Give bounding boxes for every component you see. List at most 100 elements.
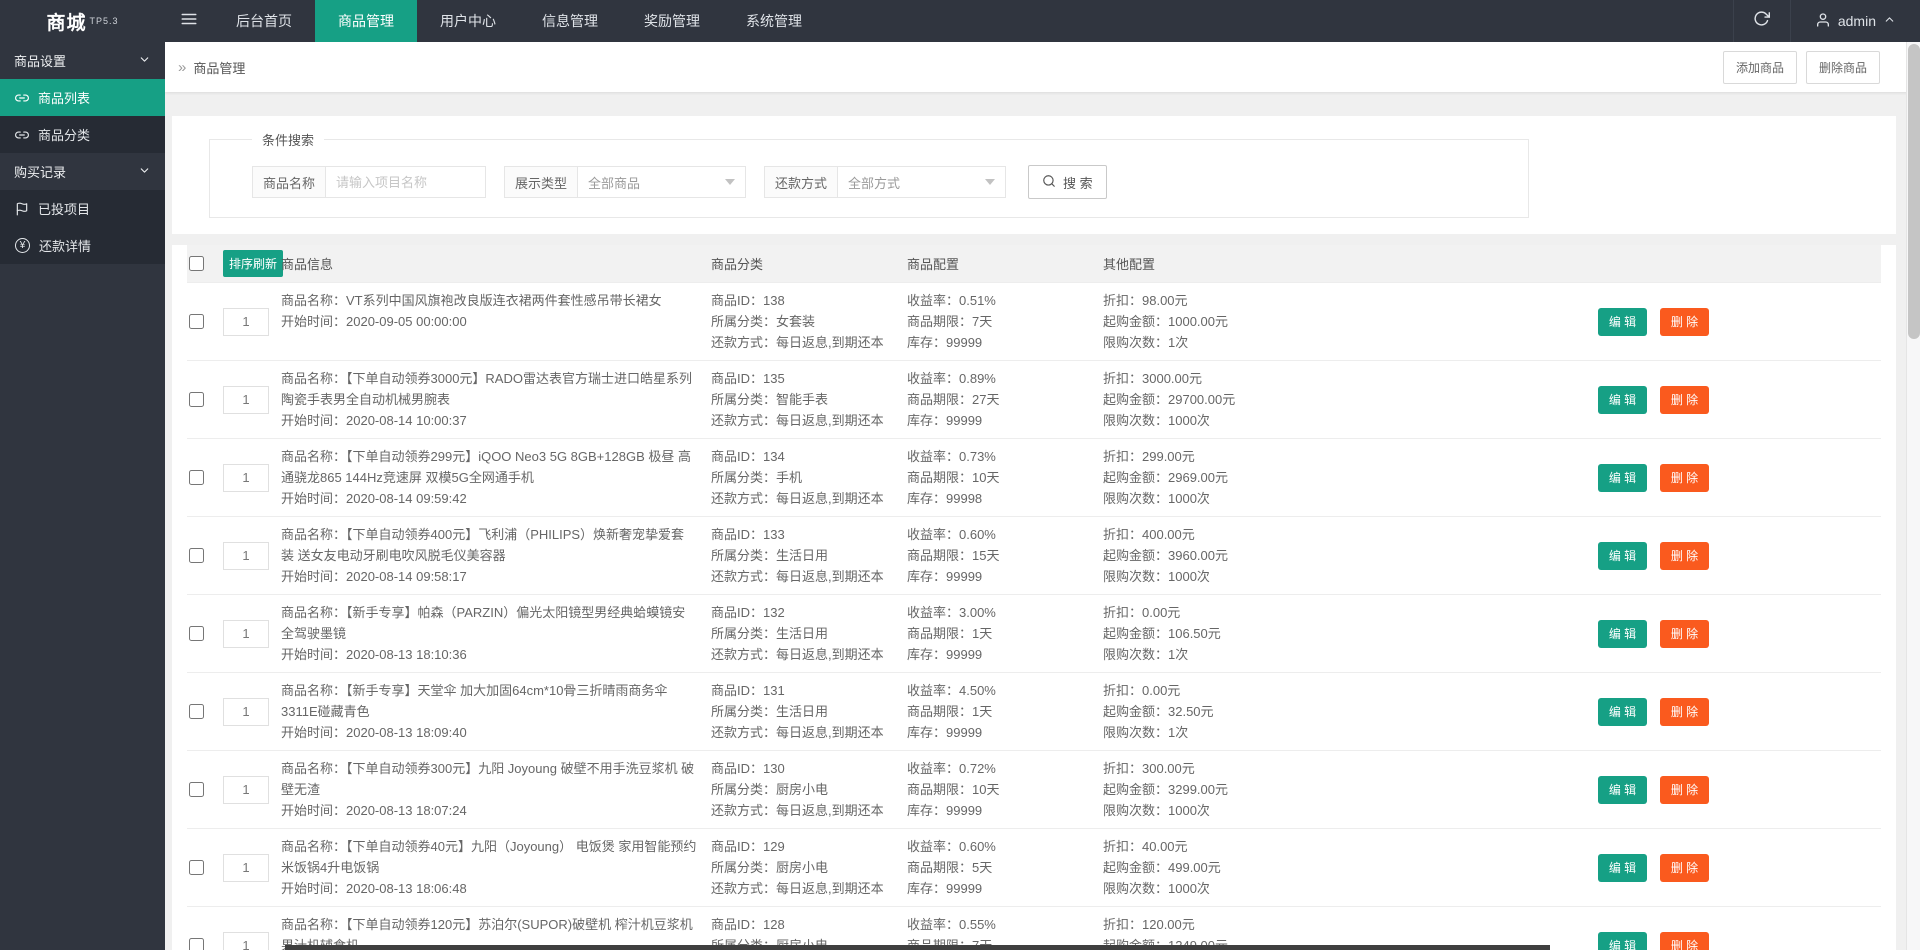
sort-order-input[interactable] [223, 307, 269, 336]
sidebar-item-label: 商品列表 [38, 91, 91, 106]
app-logo-version: TP5.3 [89, 16, 119, 26]
column-header-other-config: 其他配置 [1103, 257, 1156, 272]
product-min-amount: 起购金额：2969.00元 [1103, 470, 1228, 485]
repay-method-filter: 还款方式 全部方式 [764, 166, 1007, 198]
repay-method-value: 全部方式 [848, 175, 901, 191]
sidebar-item-label: 商品分类 [38, 128, 91, 143]
sort-order-input[interactable] [223, 541, 269, 570]
edit-button[interactable]: 编 辑 [1598, 931, 1647, 950]
sort-order-input[interactable] [223, 697, 269, 726]
product-discount: 折扣：40.00元 [1103, 839, 1188, 854]
product-category: 所属分类：女套装 [711, 314, 816, 329]
row-checkbox[interactable] [189, 704, 204, 719]
sort-order-input[interactable] [223, 853, 269, 882]
product-start-time: 开始时间：2020-08-13 18:06:48 [281, 881, 467, 896]
nav-tab-dashboard[interactable]: 后台首页 [213, 0, 315, 42]
app-logo: 商城 TP5.3 [0, 0, 165, 42]
product-min-amount: 起购金额：1000.00元 [1103, 314, 1228, 329]
delete-button[interactable]: 删 除 [1660, 697, 1709, 726]
sort-order-input[interactable] [223, 463, 269, 492]
product-rate: 收益率：0.73% [907, 449, 996, 464]
row-checkbox[interactable] [189, 782, 204, 797]
product-min-amount: 起购金额：32.50元 [1103, 704, 1214, 719]
sort-order-input[interactable] [223, 775, 269, 804]
row-checkbox[interactable] [189, 548, 204, 563]
delete-button[interactable]: 删 除 [1660, 853, 1709, 882]
search-button[interactable]: 搜 索 [1028, 165, 1107, 199]
sidebar-group-purchase-records[interactable]: 购买记录 [0, 153, 165, 190]
nav-tab-reward-management[interactable]: 奖励管理 [621, 0, 723, 42]
edit-button[interactable]: 编 辑 [1598, 853, 1647, 882]
delete-button[interactable]: 删 除 [1660, 541, 1709, 570]
sort-refresh-button[interactable]: 排序刷新 [223, 250, 284, 277]
row-checkbox[interactable] [189, 860, 204, 875]
vertical-scrollbar-thumb[interactable] [1908, 44, 1920, 339]
sidebar-group-product-settings[interactable]: 商品设置 [0, 42, 165, 79]
product-id: 商品ID：132 [711, 605, 785, 620]
product-discount: 折扣：300.00元 [1103, 761, 1195, 776]
main-content: » 商品管理 添加商品 删除商品 条件搜索 商品名称 展示类型 [165, 42, 1920, 950]
product-stock: 库存：99999 [907, 569, 983, 584]
user-icon [1815, 12, 1831, 31]
product-name: 商品名称：【下单自动领券400元】飞利浦（PHILIPS）焕新奢宠挚爱套装 送女… [281, 527, 685, 563]
delete-button[interactable]: 删 除 [1660, 385, 1709, 414]
row-checkbox[interactable] [189, 470, 204, 485]
select-all-checkbox[interactable] [189, 256, 204, 271]
nav-tab-info-management[interactable]: 信息管理 [519, 0, 621, 42]
product-period: 商品期限：1天 [907, 704, 993, 719]
product-rate: 收益率：4.50% [907, 683, 996, 698]
sidebar-item-invested-projects[interactable]: 已投项目 [0, 190, 165, 227]
display-type-select[interactable]: 全部商品 [578, 166, 747, 198]
delete-button[interactable]: 删 除 [1660, 931, 1709, 950]
edit-button[interactable]: 编 辑 [1598, 697, 1647, 726]
vertical-scrollbar-track[interactable] [1906, 42, 1920, 950]
link-icon [15, 91, 29, 105]
product-name-input[interactable] [326, 166, 487, 198]
add-product-button[interactable]: 添加商品 [1722, 50, 1797, 84]
product-rate: 收益率：3.00% [907, 605, 996, 620]
sidebar-item-product-list[interactable]: 商品列表 [0, 79, 165, 116]
topbar-right: admin [1732, 0, 1920, 42]
top-navbar: 商城 TP5.3 后台首页 商品管理 用户中心 信息管理 奖励管理 系统管理 a… [0, 0, 1920, 42]
product-period: 商品期限：10天 [907, 782, 1000, 797]
edit-button[interactable]: 编 辑 [1598, 463, 1647, 492]
nav-tab-product-management[interactable]: 商品管理 [315, 0, 417, 42]
delete-product-button[interactable]: 删除商品 [1805, 50, 1880, 84]
delete-button[interactable]: 删 除 [1660, 307, 1709, 336]
row-checkbox[interactable] [189, 626, 204, 641]
repay-method-select[interactable]: 全部方式 [838, 166, 1007, 198]
column-header-product-config: 商品配置 [907, 257, 960, 272]
column-header-product-category: 商品分类 [711, 257, 764, 272]
link-icon [15, 128, 29, 142]
edit-button[interactable]: 编 辑 [1598, 619, 1647, 648]
page-actions: 添加商品 删除商品 [1722, 50, 1880, 84]
sort-order-input[interactable] [223, 931, 269, 950]
nav-tab-user-center[interactable]: 用户中心 [417, 0, 519, 42]
table-row: 商品名称：【新手专享】帕森（PARZIN）偏光太阳镜型男经典蛤蟆镜安全驾驶墨镜 … [187, 594, 1881, 672]
table-row: 商品名称：【下单自动领券299元】iQOO Neo3 5G 8GB+128GB … [187, 438, 1881, 516]
user-menu[interactable]: admin [1791, 0, 1920, 42]
column-header-product-info: 商品信息 [281, 257, 334, 272]
delete-button[interactable]: 删 除 [1660, 775, 1709, 804]
sidebar-item-product-category[interactable]: 商品分类 [0, 116, 165, 153]
search-button-label: 搜 索 [1063, 175, 1093, 191]
row-checkbox[interactable] [189, 392, 204, 407]
horizontal-scrollbar-thumb[interactable] [285, 945, 1550, 950]
edit-button[interactable]: 编 辑 [1598, 541, 1647, 570]
edit-button[interactable]: 编 辑 [1598, 775, 1647, 804]
product-stock: 库存：99999 [907, 725, 983, 740]
delete-button[interactable]: 删 除 [1660, 463, 1709, 492]
row-checkbox[interactable] [189, 314, 204, 329]
edit-button[interactable]: 编 辑 [1598, 307, 1647, 336]
edit-button[interactable]: 编 辑 [1598, 385, 1647, 414]
table-row: 商品名称：【下单自动领券3000元】RADO雷达表官方瑞士进口皓星系列陶瓷手表男… [187, 360, 1881, 438]
refresh-button[interactable] [1732, 0, 1791, 42]
row-checkbox[interactable] [189, 938, 204, 950]
sidebar-item-repayment-details[interactable]: ¥ 还款详情 [0, 227, 165, 264]
nav-tab-system-management[interactable]: 系统管理 [723, 0, 825, 42]
delete-button[interactable]: 删 除 [1660, 619, 1709, 648]
sort-order-input[interactable] [223, 619, 269, 648]
sort-order-input[interactable] [223, 385, 269, 414]
menu-toggle-button[interactable] [165, 0, 213, 42]
product-stock: 库存：99999 [907, 647, 983, 662]
